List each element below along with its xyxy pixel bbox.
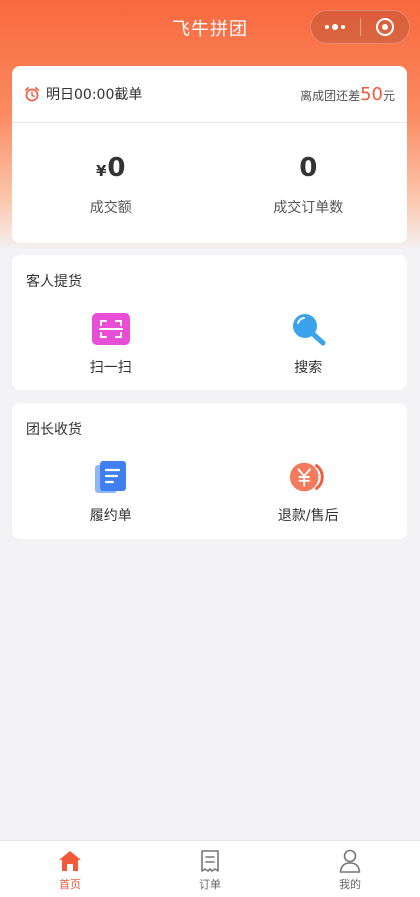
stat-order-count[interactable]: 0 成交订单数 <box>210 123 408 242</box>
more-button[interactable] <box>311 11 360 43</box>
scan-button[interactable]: 扫一扫 <box>12 311 210 377</box>
scan-icon <box>91 311 131 347</box>
remaining-unit: 元 <box>382 88 395 103</box>
search-button[interactable]: 搜索 <box>210 311 408 377</box>
deadline-text: 明日00:00截单 <box>46 87 143 103</box>
remaining-value: 50 <box>360 83 383 105</box>
search-icon <box>288 311 328 347</box>
tab-mine[interactable]: 我的 <box>280 841 420 897</box>
customer-pickup-card: 客人提货 扫一扫 搜索 <box>12 255 407 390</box>
close-button[interactable] <box>361 11 410 43</box>
document-list-icon <box>91 459 131 495</box>
order-count-value: 0 <box>299 153 318 183</box>
receipt-icon <box>197 848 223 874</box>
tab-orders[interactable]: 订单 <box>140 841 280 897</box>
nav-bar: 飞牛拼团 <box>0 0 420 56</box>
stat-value: ¥ 0 <box>96 153 126 185</box>
refund-yen-icon <box>288 459 328 495</box>
leader-receive-card: 团长收货 履约单 退款/售后 <box>12 403 407 539</box>
stat-sales-amount[interactable]: ¥ 0 成交额 <box>12 123 210 242</box>
stats-card: 明日00:00截单 离成团还差 50 元 ¥ 0 成交额 0 成交订单数 <box>12 66 407 243</box>
home-icon <box>57 848 83 874</box>
miniprogram-capsule <box>310 10 410 44</box>
alarm-clock-icon <box>25 87 39 102</box>
refund-aftersale-button[interactable]: 退款/售后 <box>210 459 408 525</box>
section-title: 团长收货 <box>26 422 82 438</box>
user-icon <box>337 848 363 874</box>
stat-label: 成交订单数 <box>273 200 344 216</box>
tab-label: 首页 <box>59 878 81 891</box>
remaining-label: 离成团还差 <box>300 88 361 103</box>
stat-label: 成交额 <box>89 200 132 216</box>
refund-aftersale-label: 退款/售后 <box>277 508 339 524</box>
tab-label: 订单 <box>199 878 221 891</box>
search-label: 搜索 <box>294 360 323 376</box>
fulfillment-order-button[interactable]: 履约单 <box>12 459 210 525</box>
bottom-tab-bar: 首页 订单 我的 <box>0 840 420 897</box>
pickup-actions: 扫一扫 搜索 <box>12 311 407 377</box>
fulfillment-order-label: 履约单 <box>89 508 132 524</box>
more-dots-icon <box>325 24 346 30</box>
target-close-icon <box>375 18 394 36</box>
stats-body: ¥ 0 成交额 0 成交订单数 <box>12 123 407 242</box>
remaining-amount: 离成团还差 50 元 <box>300 84 395 105</box>
sales-amount-value: 0 <box>107 153 126 183</box>
deadline: 明日00:00截单 <box>24 84 142 104</box>
tab-home[interactable]: 首页 <box>0 841 140 897</box>
stats-header: 明日00:00截单 离成团还差 50 元 <box>12 66 407 123</box>
stat-value: 0 <box>299 153 317 185</box>
currency-symbol: ¥ <box>95 162 107 180</box>
scan-label: 扫一扫 <box>89 360 132 376</box>
receive-actions: 履约单 退款/售后 <box>12 459 407 525</box>
section-title: 客人提货 <box>26 274 82 290</box>
page-title: 飞牛拼团 <box>172 19 248 40</box>
tab-label: 我的 <box>339 878 361 891</box>
